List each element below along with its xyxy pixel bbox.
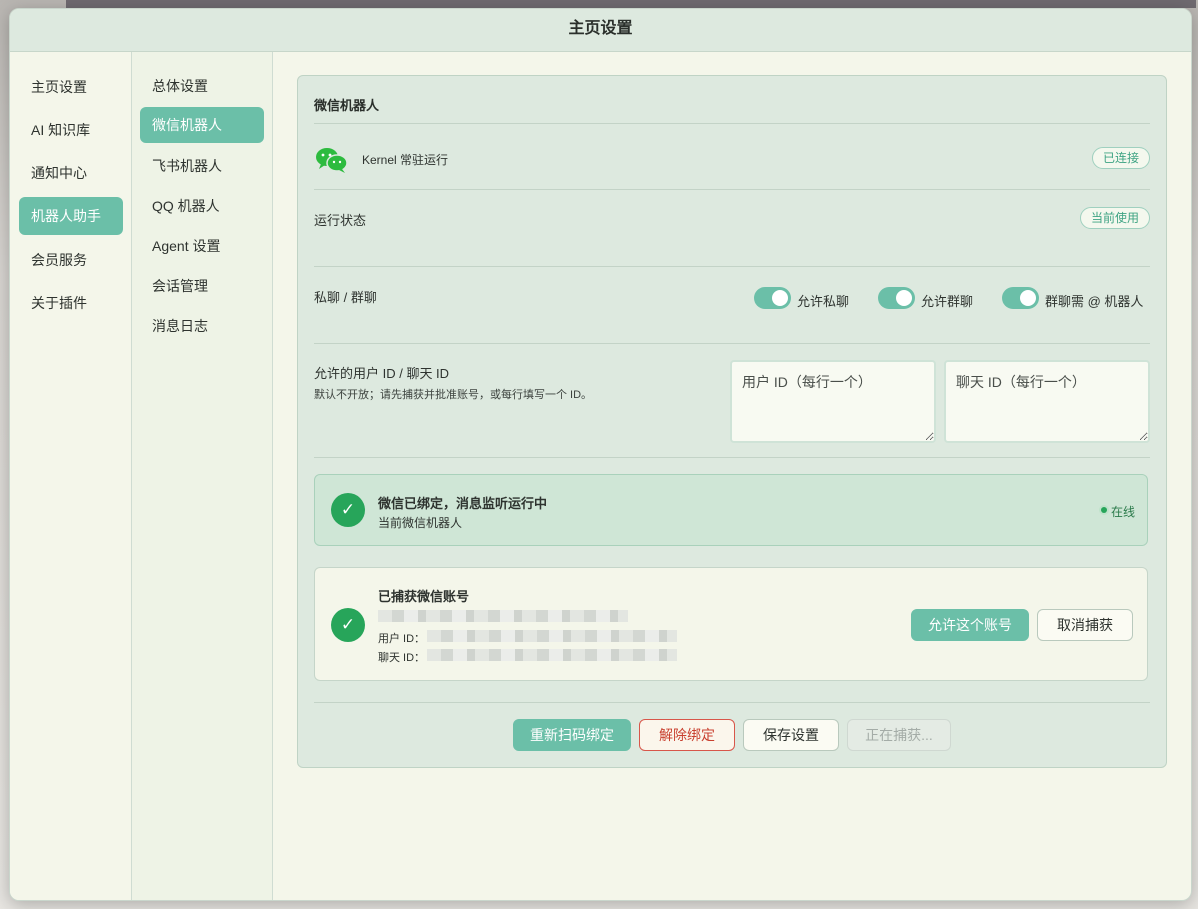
bind-status-card: ✓ 微信已绑定，消息监听运行中 当前微信机器人 在线: [314, 474, 1148, 546]
allow-private-chat-toggle[interactable]: [754, 287, 791, 309]
user-id-textarea[interactable]: [730, 360, 936, 443]
divider: [314, 266, 1150, 267]
allowed-ids-hint: 默认不开放；请先捕获并批准账号，或每行填写一个 ID。: [314, 389, 593, 401]
wechat-bot-panel: 微信机器人 Kernel 常驻运行 已连接 运行状态 当前使用 私聊 / 群聊 …: [297, 75, 1167, 768]
user-id-label: 用户 ID：: [378, 633, 426, 645]
unbind-button[interactable]: 解除绑定: [639, 719, 735, 751]
nav-about-plugin[interactable]: 关于插件: [19, 284, 123, 322]
rescan-bind-button[interactable]: 重新扫码绑定: [513, 719, 631, 751]
allow-group-chat-toggle[interactable]: [878, 287, 915, 309]
subnav-general[interactable]: 总体设置: [140, 68, 264, 104]
divider: [314, 343, 1150, 344]
redacted-chat-id: [427, 649, 677, 661]
nav-home-settings[interactable]: 主页设置: [19, 68, 123, 106]
bind-status-subtitle: 当前微信机器人: [378, 516, 463, 530]
allow-group-chat-label: 允许群聊: [921, 294, 974, 309]
group-require-mention-toggle[interactable]: [1002, 287, 1039, 309]
captured-account-title: 已捕获微信账号: [378, 589, 470, 604]
divider: [314, 702, 1150, 703]
nav-membership[interactable]: 会员服务: [19, 241, 123, 279]
divider: [314, 457, 1150, 458]
chat-id-label: 聊天 ID：: [378, 652, 426, 664]
secondary-nav: 总体设置 微信机器人 飞书机器人 QQ 机器人 Agent 设置 会话管理 消息…: [132, 52, 273, 900]
nav-notification-center[interactable]: 通知中心: [19, 154, 123, 192]
captured-account-card: ✓ 已捕获微信账号 用户 ID： 聊天 ID： 允许这个账号 取消捕获: [314, 567, 1148, 681]
bind-status-title: 微信已绑定，消息监听运行中: [378, 496, 548, 511]
allowed-ids-label: 允许的用户 ID / 聊天 ID: [314, 366, 450, 381]
divider: [314, 189, 1150, 190]
window-title: 主页设置: [10, 9, 1191, 52]
group-require-mention-label: 群聊需 @ 机器人: [1045, 294, 1144, 309]
allow-private-chat-label: 允许私聊: [797, 294, 850, 309]
subnav-message-log[interactable]: 消息日志: [140, 308, 264, 344]
check-icon: ✓: [331, 493, 365, 527]
online-dot-icon: [1101, 507, 1107, 513]
chat-mode-label: 私聊 / 群聊: [314, 290, 377, 305]
redacted-account-name: [378, 610, 628, 622]
cancel-capture-button[interactable]: 取消捕获: [1037, 609, 1133, 641]
subnav-wechat-bot[interactable]: 微信机器人: [140, 107, 264, 143]
subnav-agent-settings[interactable]: Agent 设置: [140, 228, 264, 264]
toggle-knob: [772, 290, 788, 306]
divider: [314, 123, 1150, 124]
allow-account-button[interactable]: 允许这个账号: [911, 609, 1029, 641]
toggle-knob: [1020, 290, 1036, 306]
wechat-icon: [316, 148, 348, 173]
toggle-knob: [896, 290, 912, 306]
subnav-qq-bot[interactable]: QQ 机器人: [140, 188, 264, 224]
run-status-label: 运行状态: [314, 213, 367, 228]
current-use-badge: 当前使用: [1079, 207, 1150, 229]
online-status-label: 在线: [1110, 505, 1135, 519]
primary-nav: 主页设置 AI 知识库 通知中心 机器人助手 会员服务 关于插件: [10, 52, 132, 900]
redacted-user-id: [427, 630, 677, 642]
nav-ai-knowledge-base[interactable]: AI 知识库: [19, 111, 123, 149]
subnav-session-management[interactable]: 会话管理: [140, 268, 264, 304]
panel-title: 微信机器人: [314, 98, 380, 113]
save-settings-button[interactable]: 保存设置: [743, 719, 839, 751]
subnav-feishu-bot[interactable]: 飞书机器人: [140, 148, 264, 184]
kernel-status-text: Kernel 常驻运行: [362, 153, 449, 167]
capturing-button: 正在捕获...: [847, 719, 951, 751]
chat-id-textarea[interactable]: [944, 360, 1150, 443]
background-window-edge: [66, 0, 1196, 8]
check-icon: ✓: [331, 608, 365, 642]
connected-badge: 已连接: [1091, 147, 1150, 169]
settings-window: 主页设置 主页设置 AI 知识库 通知中心 机器人助手 会员服务 关于插件 总体…: [9, 8, 1192, 901]
nav-robot-assistant[interactable]: 机器人助手: [19, 197, 123, 235]
